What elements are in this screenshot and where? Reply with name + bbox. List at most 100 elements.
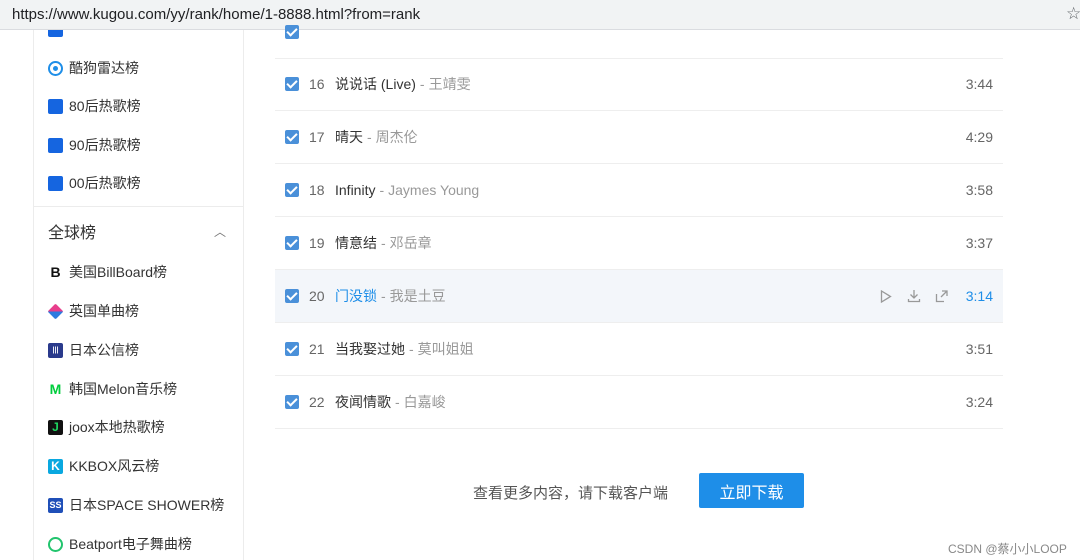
- song-checkbox[interactable]: [285, 25, 299, 39]
- song-number: 22: [309, 394, 325, 410]
- space-shower-logo-icon: SS: [48, 497, 63, 513]
- chart-logo-icon: [48, 30, 63, 37]
- bookmark-star-icon[interactable]: ☆: [1066, 4, 1080, 24]
- blue-square-icon: [48, 98, 63, 114]
- song-number: 16: [309, 76, 325, 92]
- billboard-logo-icon: B: [48, 264, 63, 280]
- song-artist[interactable]: Jaymes Young: [388, 182, 479, 198]
- blue-square-icon: [48, 175, 63, 191]
- sidebar-item-label: joox本地热歌榜: [69, 419, 165, 435]
- song-artist[interactable]: 莫叫姐姐: [418, 339, 474, 359]
- sidebar-item-90s[interactable]: 90后热歌榜: [48, 134, 141, 156]
- radar-icon: [48, 60, 63, 76]
- sidebar-item-radar[interactable]: 酷狗雷达榜: [48, 57, 139, 79]
- song-checkbox[interactable]: [285, 395, 299, 409]
- song-duration: 3:37: [965, 235, 993, 251]
- song-checkbox[interactable]: [285, 77, 299, 91]
- sidebar-item-label: KKBOX风云榜: [69, 458, 160, 474]
- download-now-button[interactable]: 立即下载: [699, 473, 804, 508]
- song-separator: -: [381, 235, 386, 251]
- song-duration: 3:24: [965, 394, 993, 410]
- table-row[interactable]: [275, 6, 1003, 59]
- song-checkbox[interactable]: [285, 236, 299, 250]
- row-actions: [879, 289, 949, 303]
- song-number: 20: [309, 288, 325, 304]
- share-icon[interactable]: [935, 289, 949, 303]
- watermark: CSDN @蔡小小LOOP: [948, 542, 1067, 556]
- table-row[interactable]: 17 晴天 - 周杰伦 4:29: [275, 111, 1003, 164]
- sidebar-item-label: 英国单曲榜: [69, 303, 139, 319]
- song-number: 18: [309, 182, 325, 198]
- song-separator: -: [379, 182, 385, 198]
- song-checkbox[interactable]: [285, 342, 299, 356]
- more-content-text: 查看更多内容，请下载客户端: [473, 485, 669, 502]
- table-row[interactable]: 21 当我娶过她 - 莫叫姐姐 3:51: [275, 323, 1003, 376]
- kkbox-logo-icon: K: [48, 458, 63, 474]
- sidebar-item-label: 美国BillBoard榜: [69, 264, 168, 280]
- sidebar-item-clipped[interactable]: [48, 30, 69, 40]
- table-row[interactable]: 22 夜闻情歌 - 白嘉峻 3:24: [275, 376, 1003, 429]
- song-duration: 3:14: [965, 288, 993, 304]
- song-title[interactable]: 当我娶过她: [335, 339, 405, 359]
- sidebar-item-joox[interactable]: J joox本地热歌榜: [48, 416, 165, 438]
- song-artist[interactable]: 周杰伦: [376, 127, 418, 147]
- song-checkbox[interactable]: [285, 130, 299, 144]
- sidebar-item-label: 90后热歌榜: [69, 137, 141, 153]
- sidebar-item-label: 00后热歌榜: [69, 175, 141, 191]
- sidebar-item-label: Beatport电子舞曲榜: [69, 536, 192, 552]
- song-duration: 3:51: [965, 341, 993, 357]
- sidebar-item-beatport[interactable]: Beatport电子舞曲榜: [48, 533, 192, 555]
- beatport-logo-icon: [48, 536, 63, 552]
- section-title: 全球榜: [48, 225, 97, 242]
- song-separator: -: [381, 288, 386, 304]
- song-artist[interactable]: 白嘉峻: [404, 392, 446, 412]
- rank-sidebar: 酷狗雷达榜 80后热歌榜 90后热歌榜 00后热歌榜 全球榜 ︿ B 美国Bil…: [33, 30, 244, 560]
- song-title[interactable]: 夜闻情歌: [335, 392, 391, 412]
- song-separator: -: [367, 129, 372, 145]
- sidebar-item-uk[interactable]: 英国单曲榜: [47, 300, 139, 322]
- song-separator: -: [409, 341, 414, 357]
- table-row[interactable]: 19 情意结 - 邓岳章 3:37: [275, 217, 1003, 270]
- song-number: 17: [309, 129, 325, 145]
- song-title[interactable]: 门没锁: [335, 286, 377, 306]
- song-separator: -: [419, 76, 425, 92]
- song-duration: 3:58: [965, 182, 993, 198]
- sidebar-section-global[interactable]: 全球榜 ︿: [48, 220, 228, 243]
- song-title[interactable]: 情意结: [335, 233, 377, 253]
- song-artist[interactable]: 我是土豆: [390, 286, 446, 306]
- chevron-up-icon[interactable]: ︿: [214, 223, 226, 240]
- song-checkbox[interactable]: [285, 289, 299, 303]
- uk-chart-logo-icon: [47, 303, 64, 319]
- song-artist[interactable]: 王靖雯: [429, 74, 471, 94]
- song-duration: 3:44: [965, 76, 993, 92]
- sidebar-item-label: 韩国Melon音乐榜: [69, 381, 178, 397]
- song-title[interactable]: Infinity: [335, 182, 375, 198]
- song-title[interactable]: 说说话 (Live): [335, 74, 416, 94]
- sidebar-item-label: 80后热歌榜: [69, 98, 141, 114]
- sidebar-item-melon[interactable]: M 韩国Melon音乐榜: [48, 378, 177, 400]
- sidebar-item-billboard[interactable]: B 美国BillBoard榜: [48, 261, 167, 283]
- sidebar-item-80s[interactable]: 80后热歌榜: [48, 95, 141, 117]
- sidebar-item-label: 酷狗雷达榜: [69, 60, 139, 76]
- sidebar-item-00s[interactable]: 00后热歌榜: [48, 172, 141, 194]
- melon-logo-icon: M: [48, 381, 63, 397]
- song-number: 21: [309, 341, 325, 357]
- song-title[interactable]: 晴天: [335, 127, 363, 147]
- song-artist[interactable]: 邓岳章: [390, 233, 432, 253]
- blue-square-icon: [48, 137, 63, 153]
- sidebar-item-label: 日本SPACE SHOWER榜: [69, 497, 225, 513]
- play-icon[interactable]: [879, 289, 893, 303]
- song-checkbox[interactable]: [285, 183, 299, 197]
- table-row[interactable]: 16 说说话 (Live) - 王靖雯 3:44: [275, 58, 1003, 111]
- table-row-hovered[interactable]: 20 门没锁 - 我是土豆 3:14: [275, 270, 1003, 323]
- sidebar-item-kkbox[interactable]: K KKBOX风云榜: [48, 455, 159, 477]
- sidebar-item-oricon[interactable]: ||| 日本公信榜: [48, 339, 139, 361]
- oricon-logo-icon: |||: [48, 342, 63, 358]
- sidebar-item-label: 日本公信榜: [69, 342, 139, 358]
- song-duration: 4:29: [965, 129, 993, 145]
- song-number: 19: [309, 235, 325, 251]
- sidebar-item-space-shower[interactable]: SS 日本SPACE SHOWER榜: [48, 494, 224, 516]
- download-icon[interactable]: [907, 289, 921, 303]
- table-row[interactable]: 18 Infinity - Jaymes Young 3:58: [275, 164, 1003, 217]
- joox-logo-icon: J: [48, 419, 63, 435]
